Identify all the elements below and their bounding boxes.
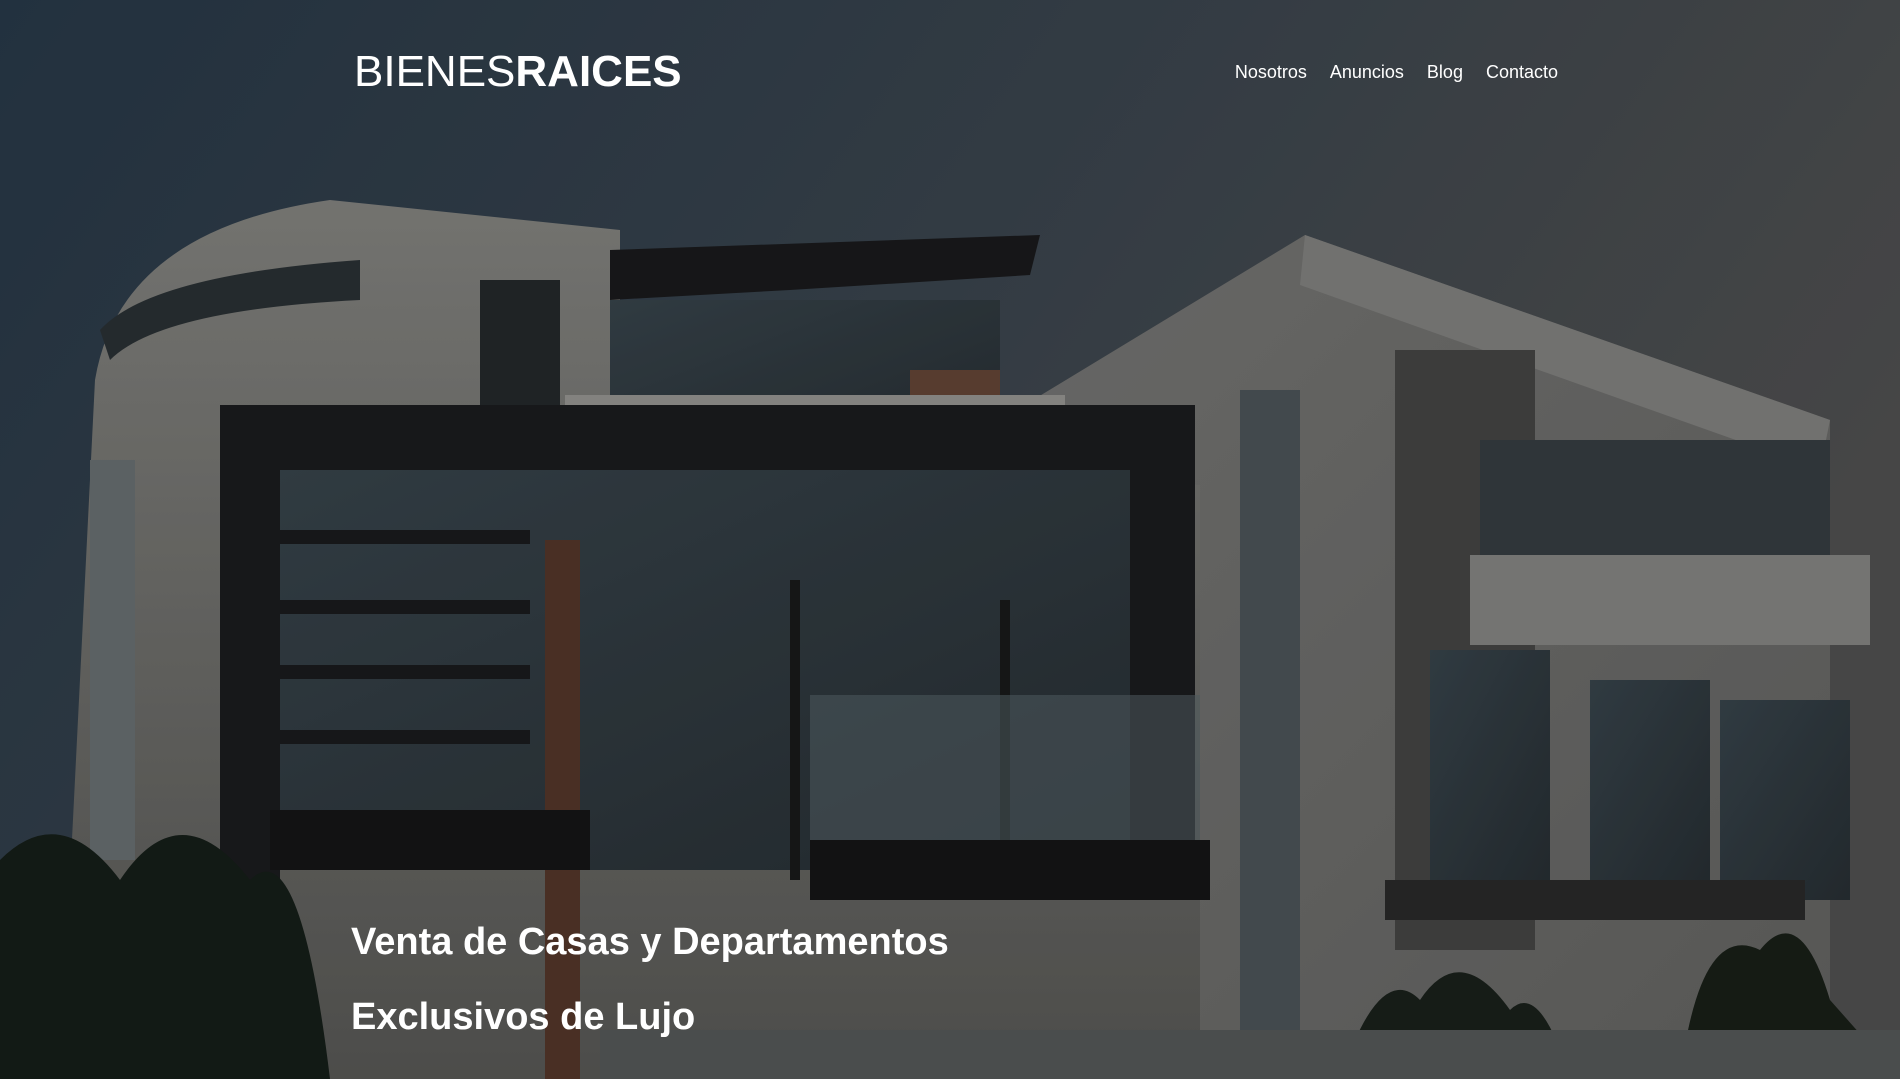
nav-link-nosotros[interactable]: Nosotros: [1235, 62, 1307, 83]
site-logo[interactable]: BIENESRAICES: [354, 50, 682, 94]
nav-link-contacto[interactable]: Contacto: [1486, 62, 1558, 83]
nav-link-blog[interactable]: Blog: [1427, 62, 1463, 83]
site-header: BIENESRAICES Nosotros Anuncios Blog Cont…: [354, 44, 1558, 100]
nav-link-anuncios[interactable]: Anuncios: [1330, 62, 1404, 83]
hero-heading-line2: Exclusivos de Lujo: [351, 996, 696, 1038]
logo-bold-text: RAICES: [515, 47, 682, 96]
hero-heading: Venta de Casas y Departamentos Exclusivo…: [351, 905, 1251, 1055]
main-navigation: Nosotros Anuncios Blog Contacto: [1235, 62, 1558, 83]
logo-light-text: BIENES: [354, 47, 516, 96]
hero-heading-line1: Venta de Casas y Departamentos: [351, 921, 949, 963]
